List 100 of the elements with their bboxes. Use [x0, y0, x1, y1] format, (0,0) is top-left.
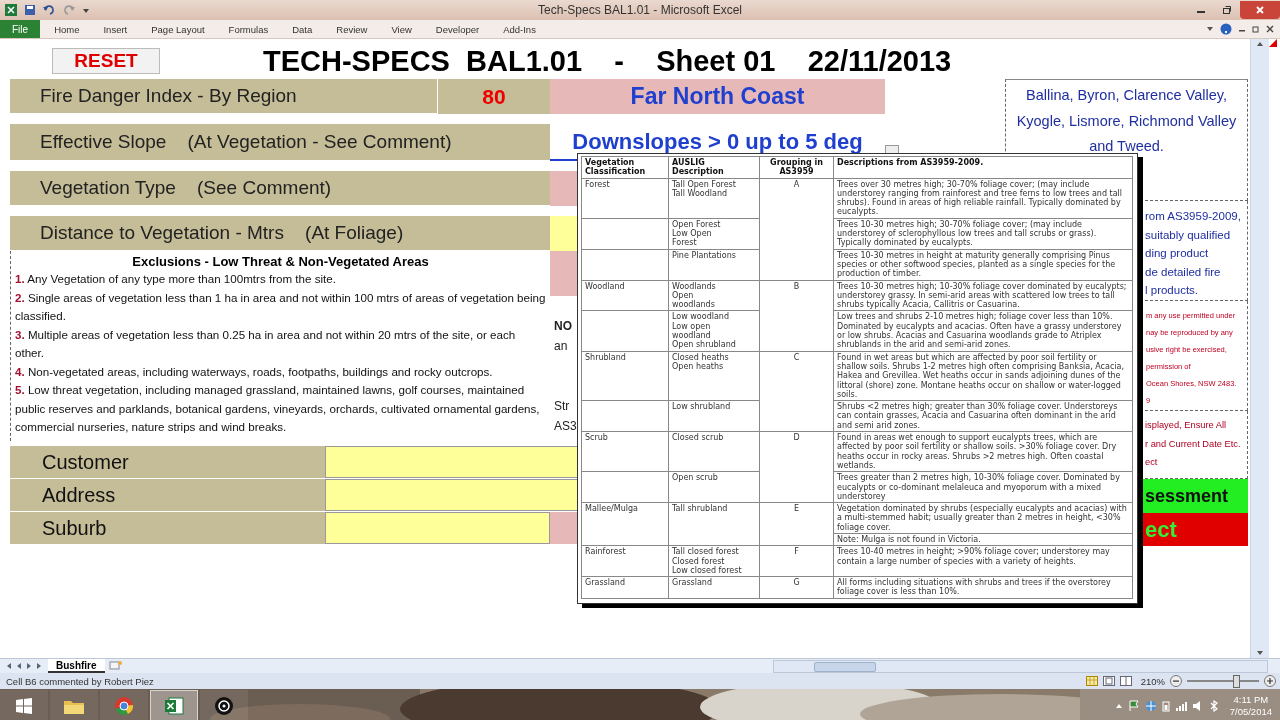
table-cell: Tall closed forest Closed forest Low closed forest — [668, 545, 760, 577]
close-icon[interactable] — [1266, 25, 1274, 33]
field-label: Vegetation Type (See Comment) — [10, 171, 550, 206]
field-label: Distance to Vegetation - Mtrs (At Foliage) — [10, 216, 550, 251]
table-cell-text: Trees over 30 metres high; 30-70% foliage cover; (may include understorey ranging from rainforest and tree ferns to low trees and tall shrubs). Found in areas of high reliable rainfall. Typically dominated by eucalypts. — [836, 178, 1123, 218]
table-cell: Pine Plantations — [668, 249, 760, 281]
column-header: Vegetation Classification — [581, 156, 669, 179]
browser-icon — [114, 695, 134, 716]
note-text: l products. — [1145, 284, 1199, 297]
ribbon-tab[interactable]: Home — [40, 23, 90, 35]
table-cell: Tall Open Forest Tall Woodland — [668, 178, 760, 219]
table-cell: G — [759, 576, 834, 599]
note-text: NO — [554, 319, 572, 333]
table-cell: Closed scrub — [668, 431, 760, 472]
file-tab[interactable]: File — [0, 20, 41, 38]
note-text: ding product — [1145, 247, 1209, 260]
note-text: de detailed fire — [1145, 265, 1221, 278]
normal-view-icon[interactable] — [1085, 676, 1098, 686]
table-cell: D — [759, 431, 834, 503]
save-icon[interactable] — [24, 4, 36, 16]
disc-icon — [214, 695, 234, 716]
column-header: Descriptions from AS3959-2009. — [833, 156, 1133, 179]
reset-button[interactable]: RESET — [52, 48, 160, 74]
table-cell: Grassland — [668, 576, 760, 599]
table-cell: Open scrub — [668, 471, 760, 503]
table-cell: Note: Mulga is not found in Victoria. — [834, 533, 1132, 546]
note-text: AS3 — [554, 419, 577, 433]
exclusion-item: 2. Single areas of vegetation less than 1 ha in area and not within 100 mtrs of areas of vegetation being classified. — [15, 289, 546, 324]
table-cell: Tall shrubland — [668, 502, 760, 546]
column-header: AUSLIG Description — [668, 156, 760, 179]
exclusion-item: 1. Any Vegetation of any type more than 100mtrs from the site. — [15, 271, 337, 287]
taskbar-app[interactable] — [200, 690, 248, 720]
field-label: Customer — [10, 446, 325, 478]
battery-icon[interactable] — [1161, 699, 1170, 712]
table-cell: Low woodland Low open woodland Open shrubland — [668, 310, 760, 352]
sheet-title: TECH-SPECS BAL1.01 - Sheet 01 22/11/2013 — [263, 44, 952, 78]
councils-text: Ballina, Byron, Clarence Valley, Kyogle, Lismore, Richmond Valley and Tweed. — [1016, 87, 1237, 154]
exclusion-item: 3. Multiple areas of vegetation less than 0.25 ha in area and not within 20 mtrs of the site, or each other. — [15, 326, 517, 361]
bluetooth-icon[interactable] — [1208, 699, 1219, 712]
table-cell-text: Shrubs <2 metres high; greater than 30% foliage cover. Understoreys can contain grasses, Acacia and Casuarina often dominant in the arid and semi arid zones. — [836, 401, 1119, 431]
plus-icon — [1267, 678, 1273, 684]
signal-icon[interactable] — [1174, 699, 1187, 712]
page-break-icon[interactable] — [1119, 676, 1132, 686]
region-value: Far North Coast — [550, 79, 885, 114]
table-cell: Scrub — [581, 431, 669, 472]
field-label: Fire Danger Index - By Region — [10, 79, 437, 114]
sheet-tab[interactable]: Bushfire — [48, 659, 105, 673]
ribbon-tab[interactable]: Add-Ins — [489, 23, 546, 35]
page-layout-icon[interactable] — [1102, 676, 1115, 686]
ribbon-tab[interactable]: View — [377, 23, 422, 35]
input-field[interactable] — [325, 512, 550, 544]
minus-icon — [1173, 678, 1179, 684]
exclusions-heading: Exclusions - Low Threat & Non-Vegetated Areas — [131, 254, 430, 269]
ribbon-tab[interactable]: Page Layout — [137, 23, 215, 35]
window-title: Tech-Specs BAL1.01 - Microsoft Excel — [537, 3, 743, 17]
table-cell: Low shrubland — [668, 400, 760, 432]
restore-icon[interactable] — [1252, 25, 1260, 33]
zoom-level[interactable]: 210% — [1140, 675, 1165, 687]
column-header: Grouping in AS3959 — [759, 156, 834, 179]
index-value: 80 — [437, 79, 550, 114]
table-cell-text: Trees 10-30 metres high; 30-70% foliage cover; (may include understorey of sclerophyllous low trees and tall scrubs or grass). Typically dominated by eucalypts. — [836, 218, 1098, 249]
note-text: an — [554, 339, 568, 353]
table-cell-text: Trees 10-40 metres in height; >90% foliage cover; understorey may contain a large number of species with a variety of heights. — [836, 546, 1111, 567]
ribbon-tab[interactable]: Developer — [421, 23, 490, 35]
zoom-out-button[interactable] — [1170, 675, 1182, 687]
zoom-slider-thumb[interactable] — [1232, 675, 1240, 688]
close-icon — [1255, 5, 1265, 15]
flag-icon[interactable] — [1127, 699, 1140, 712]
help-icon[interactable] — [1220, 23, 1232, 35]
table-cell-text: Low trees and shrubs 2-10 metres high; foliage cover less than 10%. Dominated by eucalypts and acacias. Often have a grassy understorey or low shrubs. Acacias and Casuarina woodlands grade to Atriplex shrublands in the arid and semi-arid zones. — [836, 311, 1123, 351]
field-label: Effective Slope (At Vegetation - See Comment) — [10, 124, 550, 161]
spreadsheet-icon — [164, 695, 184, 716]
ribbon-tab[interactable]: Review — [322, 23, 378, 35]
table-cell: E — [759, 502, 834, 546]
vertical-scrollbar[interactable] — [1250, 39, 1269, 658]
instruction-text: isplayed, Ensure All — [1145, 420, 1227, 430]
table-cell: Mallee/Mulga — [581, 502, 669, 546]
start-button[interactable] — [0, 690, 48, 720]
table-cell: Grassland — [581, 576, 669, 599]
table-cell-text: Found in areas wet enough to support eucalypts trees, which are affected by poor soil fertility or shallow soils. >30% foliage cover. Dry heaths occur in rocky areas. Shrubs >2 metres high. Often coastal wetlands. — [836, 432, 1118, 472]
windows-logo-icon — [15, 696, 33, 715]
instruction-text: ect — [1145, 457, 1158, 467]
table-cell: Closed heaths Open heaths — [668, 351, 760, 401]
ribbon-tab[interactable]: Data — [278, 23, 323, 35]
exclusion-item: 5. Low threat vegetation, including managed grassland, maintained lawns, golf courses, maintained public reserves and parklands, botanical gardens, vineyards, orchards, cultivated ornamental gardens, commercial nurseries, nature strips and wind breaks. — [15, 382, 541, 435]
close-button[interactable] — [1240, 1, 1280, 19]
excel-icon — [4, 3, 18, 17]
table-cell: Forest — [581, 178, 669, 219]
instruction-text: r and Current Date Etc. — [1145, 438, 1241, 449]
horizontal-scrollbar[interactable] — [773, 659, 1268, 673]
undo-icon[interactable] — [42, 4, 56, 16]
note-text: Str — [554, 399, 570, 413]
table-cell: F — [759, 545, 834, 577]
zoom-in-button[interactable] — [1264, 675, 1276, 687]
caret-icon[interactable] — [1206, 25, 1214, 33]
ribbon-tab[interactable]: Formulas — [214, 23, 279, 35]
table-cell-text: All forms including situations with shrubs and trees if the overstorey foliage cover is less than 10%. — [836, 577, 1112, 598]
table-cell: C — [759, 351, 834, 432]
table-cell: Open Forest Low Open Forest — [668, 218, 760, 250]
ribbon-tab[interactable]: Insert — [89, 23, 138, 35]
